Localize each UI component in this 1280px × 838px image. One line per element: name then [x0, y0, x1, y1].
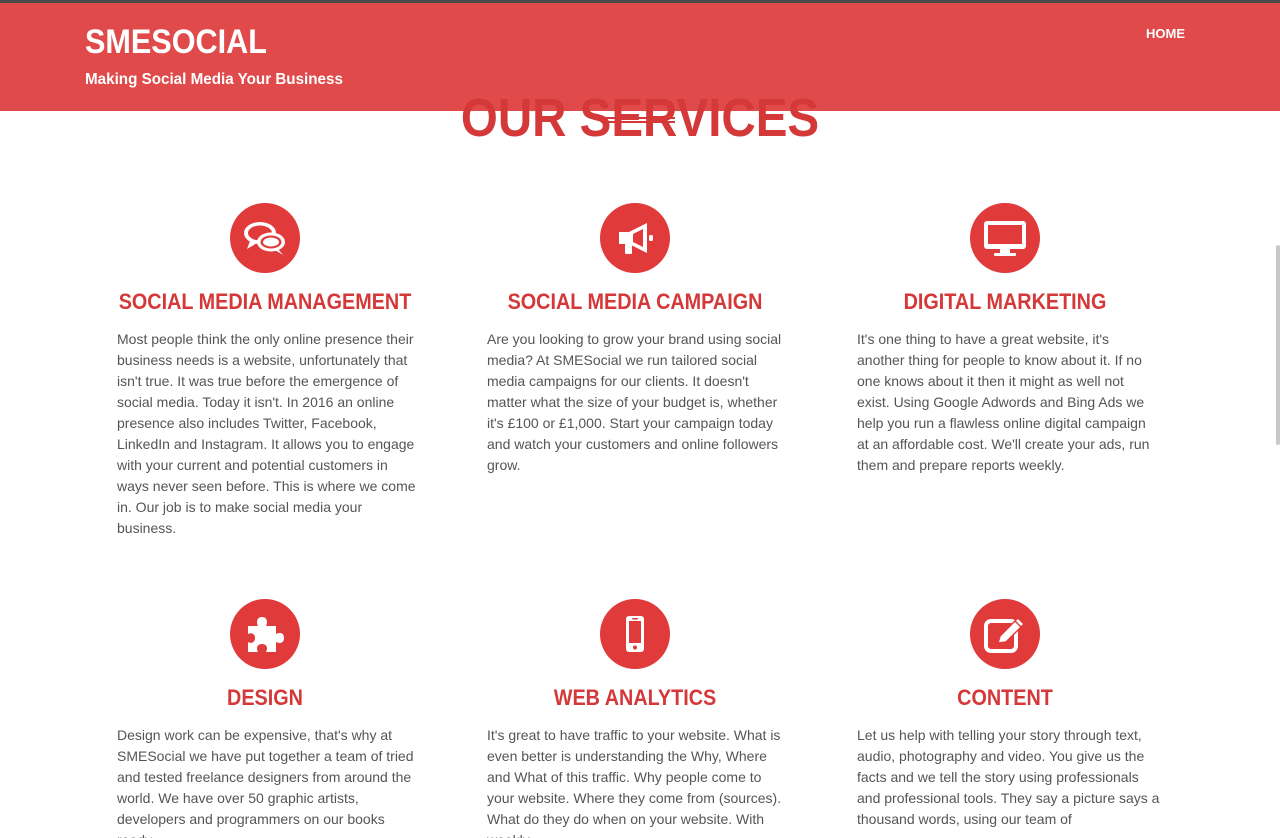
- desktop-monitor-icon: [970, 203, 1040, 273]
- service-title: DIGITAL MARKETING: [903, 289, 1107, 314]
- brand-tagline: Making Social Media Your Business: [85, 71, 343, 88]
- service-title: SOCIAL MEDIA CAMPAIGN: [507, 289, 763, 314]
- mobile-phone-icon: [600, 599, 670, 669]
- service-card-content: CONTENT Let us help with telling your st…: [840, 599, 1170, 830]
- service-description: Are you looking to grow your brand using…: [487, 331, 782, 473]
- megaphone-icon: [600, 203, 670, 273]
- service-description: It's one thing to have a great website, …: [857, 331, 1150, 473]
- chat-bubbles-icon: [230, 203, 300, 273]
- service-title: CONTENT: [957, 685, 1053, 710]
- vertical-scrollbar[interactable]: [1276, 245, 1280, 445]
- service-card-design: DESIGN Design work can be expensive, tha…: [100, 599, 430, 838]
- service-title: DESIGN: [227, 685, 303, 710]
- service-description: It's great to have traffic to your websi…: [487, 727, 782, 838]
- service-title: WEB ANALYTICS: [553, 685, 717, 710]
- service-description: Most people think the only online presen…: [117, 331, 416, 536]
- nav-home-link[interactable]: HOME: [1146, 26, 1185, 41]
- brand-logo-text[interactable]: SMESOCIAL: [85, 23, 267, 62]
- service-description: Let us help with telling your story thro…: [857, 727, 1160, 827]
- service-card-social-media-campaign: SOCIAL MEDIA CAMPAIGN Are you looking to…: [470, 203, 800, 476]
- service-card-web-analytics: WEB ANALYTICS It's great to have traffic…: [470, 599, 800, 838]
- puzzle-piece-icon: [230, 599, 300, 669]
- page: SMESOCIAL Making Social Media Your Busin…: [0, 0, 1280, 838]
- section-heading: OUR SERVICES: [460, 88, 820, 149]
- service-title: SOCIAL MEDIA MANAGEMENT: [118, 289, 412, 314]
- service-card-social-media-management: SOCIAL MEDIA MANAGEMENT Most people thin…: [100, 203, 430, 539]
- service-description: Design work can be expensive, that's why…: [117, 727, 414, 838]
- edit-pencil-icon: [970, 599, 1040, 669]
- service-card-digital-marketing: DIGITAL MARKETING It's one thing to have…: [840, 203, 1170, 476]
